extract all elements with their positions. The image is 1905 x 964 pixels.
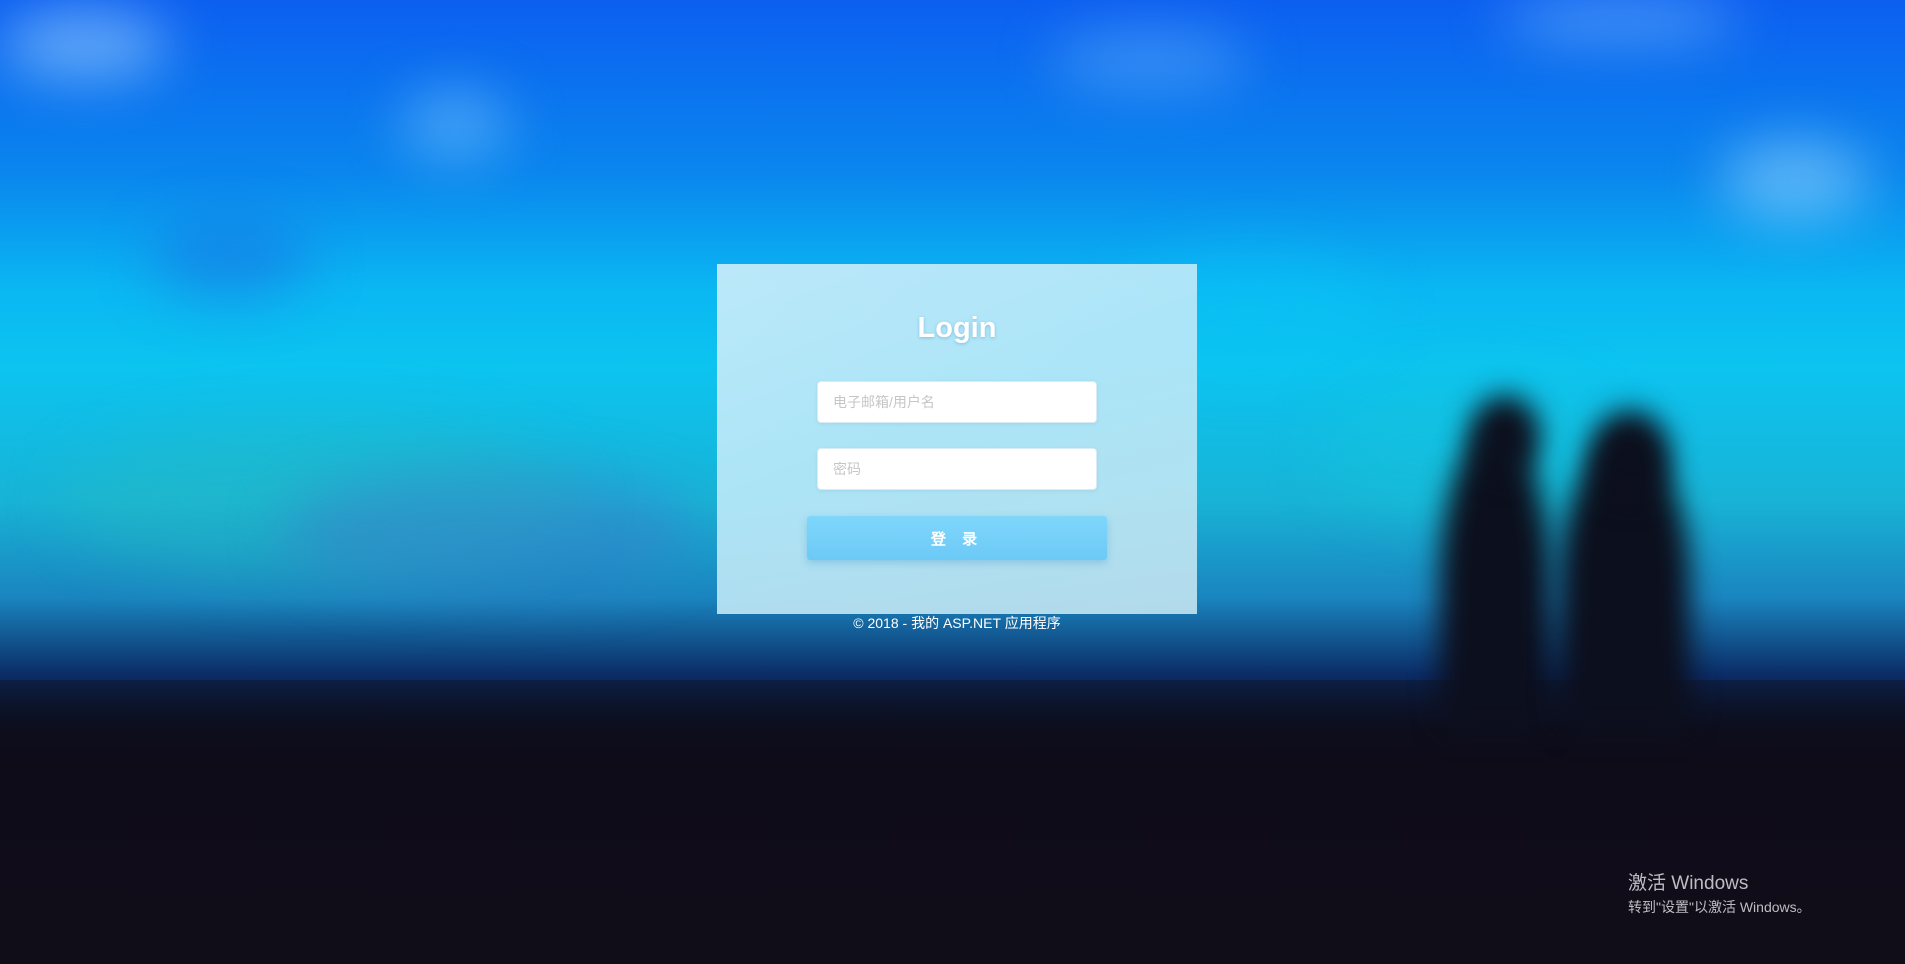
- login-page: Login 登 录 © 2018 - 我的 ASP.NET 应用程序 激活 Wi…: [0, 0, 1905, 964]
- watermark-subtitle: 转到"设置"以激活 Windows。: [1628, 899, 1811, 915]
- background-blur: [0, 10, 170, 80]
- background-silhouette: [1440, 430, 1550, 730]
- windows-activation-watermark: 激活 Windows 转到"设置"以激活 Windows。: [1628, 872, 1811, 917]
- background-silhouette: [1470, 395, 1540, 475]
- watermark-title: 激活 Windows: [1628, 873, 1749, 894]
- background-blur: [1320, 380, 1620, 520]
- username-input[interactable]: [817, 381, 1097, 423]
- background-blur: [1500, 0, 1740, 40]
- background-blur: [150, 220, 310, 300]
- password-input[interactable]: [817, 448, 1097, 490]
- login-button[interactable]: 登 录: [807, 516, 1107, 560]
- background-blur: [400, 90, 510, 160]
- background-ground: [0, 680, 1905, 964]
- background-blur: [1050, 30, 1250, 90]
- login-card: Login 登 录: [717, 264, 1197, 614]
- footer-copyright: © 2018 - 我的 ASP.NET 应用程序: [853, 615, 1061, 631]
- background-blur: [280, 470, 700, 590]
- login-title: Login: [917, 312, 997, 344]
- background-silhouette: [1560, 440, 1690, 730]
- background-blur: [60, 420, 580, 580]
- background-blur: [1720, 140, 1870, 220]
- background-silhouette: [1590, 410, 1670, 500]
